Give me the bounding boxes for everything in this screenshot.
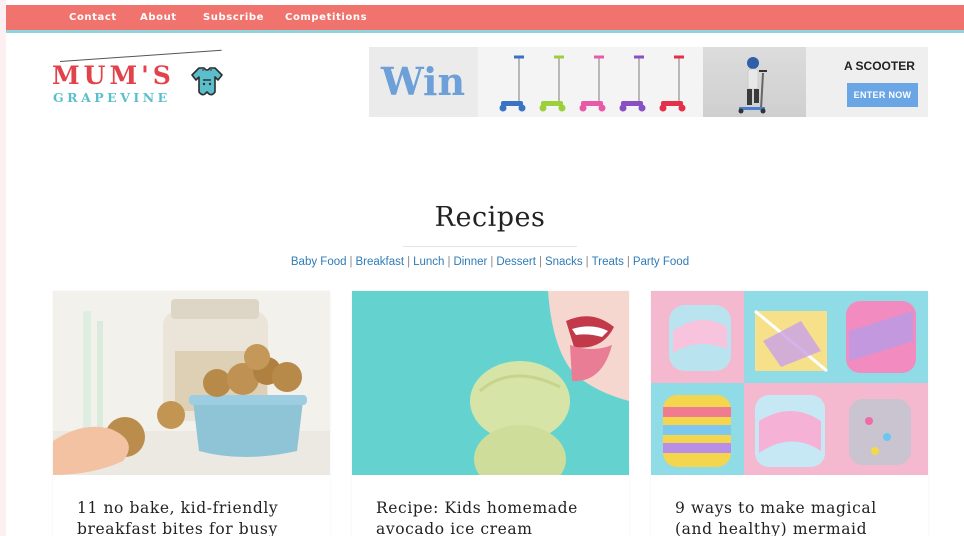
separator: | (407, 256, 411, 268)
category-link-lunch[interactable]: Lunch (413, 256, 444, 268)
separator: | (447, 256, 451, 268)
scooter-icon (539, 55, 566, 112)
page-title: Recipes (434, 202, 546, 233)
scooter-icon (619, 55, 646, 112)
avocado-ice-cream-image (352, 291, 629, 475)
category-link-party-food[interactable]: Party Food (633, 256, 689, 268)
enter-now-button[interactable]: ENTER NOW (847, 83, 918, 107)
recipe-card[interactable]: Recipe: Kids homemade avocado ice cream (352, 291, 629, 536)
site-logo[interactable]: MUM'S GRAPEVINE (52, 49, 232, 110)
category-link-breakfast[interactable]: Breakfast (356, 256, 405, 268)
breakfast-bites-image (53, 291, 330, 475)
ad-title: A SCOOTER (844, 59, 915, 73)
category-link-dinner[interactable]: Dinner (453, 256, 487, 268)
recipe-card[interactable]: 9 ways to make magical (and healthy) mer… (651, 291, 928, 536)
scooter-icon (579, 55, 606, 112)
recipe-card-title[interactable]: 9 ways to make magical (and healthy) mer… (675, 498, 915, 536)
ad-win-text: Win (381, 59, 466, 104)
category-link-baby-food[interactable]: Baby Food (291, 256, 347, 268)
onesie-icon (191, 67, 223, 96)
category-links: Baby Food | Breakfast | Lunch | Dinner | Dessert… (6, 256, 964, 268)
separator: | (626, 256, 630, 268)
category-link-snacks[interactable]: Snacks (545, 256, 583, 268)
nav-competitions[interactable]: Competitions (285, 12, 367, 23)
nav-subscribe[interactable]: Subscribe (203, 12, 264, 23)
recipe-image-breakfast-bites[interactable] (53, 291, 330, 475)
recipe-card-title[interactable]: 11 no bake, kid-friendly breakfast bites… (77, 498, 317, 536)
logo-sub-text: GRAPEVINE (53, 90, 171, 105)
separator: | (490, 256, 494, 268)
banner-ad[interactable]: Win A SCOOTER ENTER NOW (369, 47, 928, 117)
category-link-treats[interactable]: Treats (592, 256, 624, 268)
separator: | (585, 256, 589, 268)
separator: | (538, 256, 542, 268)
scooters-image (499, 55, 686, 112)
child-on-scooter-icon (738, 57, 767, 114)
nav-about[interactable]: About (140, 12, 177, 23)
title-divider (403, 246, 577, 247)
page: Contact About Subscribe Competitions MUM… (6, 0, 964, 536)
separator: | (349, 256, 353, 268)
mermaid-toast-image (651, 291, 928, 475)
recipe-card-title[interactable]: Recipe: Kids homemade avocado ice cream (376, 498, 616, 536)
category-link-dessert[interactable]: Dessert (496, 256, 536, 268)
scooter-icon (499, 55, 526, 112)
top-nav: Contact About Subscribe Competitions (6, 5, 964, 33)
ad-child-photo (703, 47, 806, 117)
recipe-image-avocado-ice-cream[interactable] (352, 291, 629, 475)
recipe-card[interactable]: 11 no bake, kid-friendly breakfast bites… (53, 291, 330, 536)
recipe-image-mermaid-toast[interactable] (651, 291, 928, 475)
nav-contact[interactable]: Contact (69, 12, 117, 23)
logo-main-text: MUM'S (52, 61, 175, 90)
scooter-icon (659, 55, 686, 112)
